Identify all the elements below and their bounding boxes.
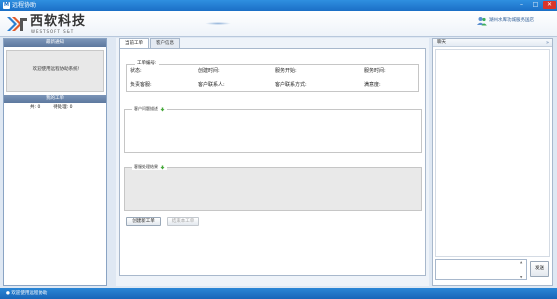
scroll-up-icon[interactable]: ▲ xyxy=(520,260,522,264)
logo-subtitle: WESTSOFT S&T xyxy=(31,29,75,34)
app-icon: M xyxy=(3,2,10,9)
app-header: 西软科技 WESTSOFT S&T xyxy=(0,11,557,37)
maximize-button[interactable]: □ xyxy=(529,1,542,9)
tab-current-work-order[interactable]: 当前工单 xyxy=(119,38,149,48)
header-decoration xyxy=(205,22,231,25)
problem-description-label: 客户问题描述 xyxy=(134,106,158,111)
expand-arrow-icon[interactable] xyxy=(160,165,165,170)
scroll-down-icon[interactable]: ▼ xyxy=(520,275,522,279)
chat-header: 聊天 xyxy=(433,39,552,47)
my-work-header: 我的工单 xyxy=(4,95,106,103)
handling-result-label: 客服处理结果 xyxy=(134,164,158,169)
notice-header: 最新通知 xyxy=(4,39,106,47)
notice-box: 欢迎使用远程协助系统! xyxy=(6,50,104,92)
create-work-order-button[interactable]: 创建新工单 xyxy=(126,217,161,226)
expand-arrow-icon[interactable] xyxy=(160,107,165,112)
chat-input[interactable] xyxy=(435,259,527,280)
work-stats: 共: 0 待处理: 0 xyxy=(30,105,73,111)
total-count: 共: 0 xyxy=(30,105,41,110)
status-bar: ● 欢迎使用远程协助 xyxy=(0,288,557,299)
service-start-field: 服务开始: xyxy=(275,68,297,74)
notice-text: 欢迎使用远程协助系统! xyxy=(32,67,80,72)
window-title: 远程协助 xyxy=(12,2,37,9)
work-order-number-label: 工单编号: xyxy=(135,61,159,67)
title-bar: M 远程协助 – □ ✕ xyxy=(0,0,557,11)
close-button[interactable]: ✕ xyxy=(543,1,556,9)
westsoft-logo-icon xyxy=(7,17,27,31)
satisfaction-field: 满意度: xyxy=(364,82,381,88)
problem-description-legend: 客户问题描述 xyxy=(132,106,167,112)
customer-contact-field: 客户联系人: xyxy=(198,82,225,88)
left-panel: 最新通知 欢迎使用远程协助系统! 我的工单 共: 0 待处理: 0 xyxy=(3,38,107,286)
work-order-info: 工单编号: 状态: 创建时间: 服务开始: 服务时间: 负责客服: 客户联系人:… xyxy=(126,61,419,92)
created-time-field: 创建时间: xyxy=(198,68,220,74)
collapse-icon[interactable]: » xyxy=(546,39,549,47)
chat-panel: 聊天 » ▲ ▼ 发送 xyxy=(432,38,553,286)
status-field: 状态: xyxy=(130,68,142,74)
problem-description-section: 客户问题描述 xyxy=(124,106,422,153)
user-group-icon xyxy=(477,17,487,26)
pending-count: 待处理: 0 xyxy=(53,105,73,110)
contact-method-field: 客户联系方式: xyxy=(275,82,307,88)
logo-text: 西软科技 xyxy=(30,14,87,29)
work-order-panel: 当前工单 客户信息 工单编号: 状态: 创建时间: 服务开始: 服务时间: 负责… xyxy=(116,38,429,286)
handling-result-legend: 客服处理结果 xyxy=(132,164,167,170)
tab-content: 工单编号: 状态: 创建时间: 服务开始: 服务时间: 负责客服: 客户联系人:… xyxy=(119,48,426,276)
handling-result-section: 客服处理结果 xyxy=(124,164,422,211)
finish-work-order-button[interactable]: 结束本工单 xyxy=(167,217,199,226)
tab-customer-info[interactable]: 客户信息 xyxy=(150,38,180,48)
agent-field: 负责客服: xyxy=(130,82,152,88)
status-text: ● 欢迎使用远程协助 xyxy=(6,291,48,296)
service-time-field: 服务时间: xyxy=(364,68,386,74)
minimize-button[interactable]: – xyxy=(515,1,528,9)
chat-messages xyxy=(435,49,550,257)
send-button[interactable]: 发送 xyxy=(530,261,549,277)
chat-title: 聊天 xyxy=(437,40,446,45)
current-user-label[interactable]: 湖州水库功城服务国店 xyxy=(489,17,534,24)
